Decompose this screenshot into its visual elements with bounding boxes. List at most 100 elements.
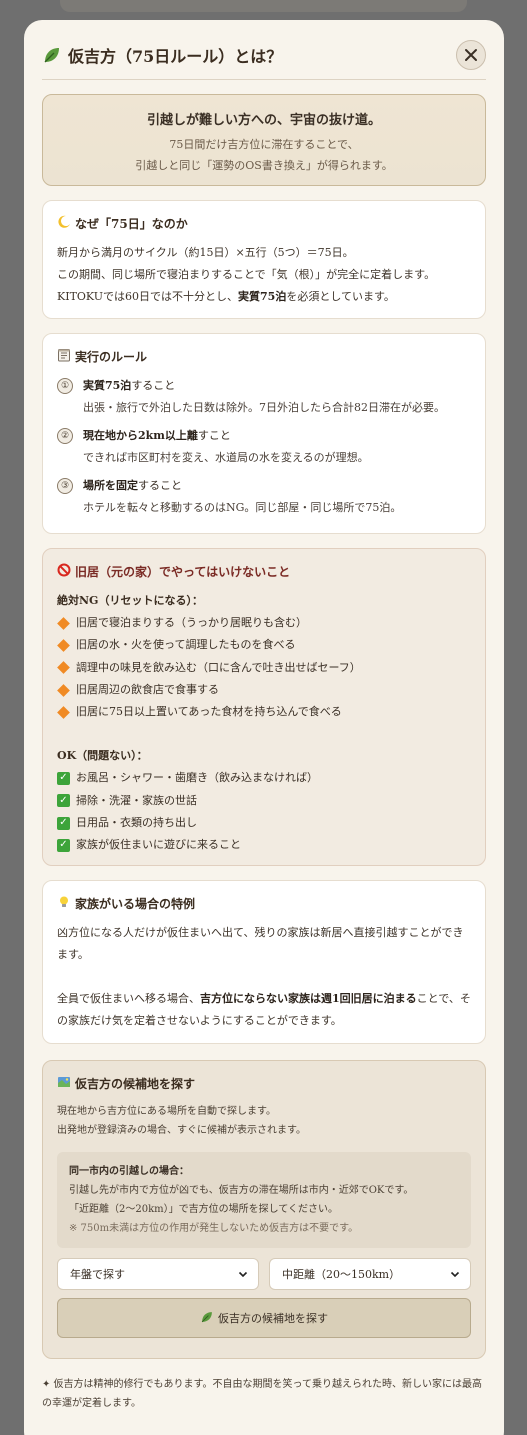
orange-diamond-icon [57,639,70,652]
ng-item-text: 旧居で寝泊まりする（うっかり居眠りも含む） [76,616,307,629]
board-type-select-value: 年盤で探す [70,1268,125,1281]
check-mark-icon: ✓ [57,794,70,808]
leaf-icon [200,1310,214,1327]
search-selects: 年盤で探す 中距離（20〜150km） [57,1258,471,1290]
family-title: 家族がいる場合の特例 [57,895,471,912]
ok-item-text: 家族が仮住まいに遊びに来ること [76,838,241,852]
rule-heading-bold: 場所を固定 [83,479,138,492]
rule-heading-rest: すること [138,479,182,492]
ng-card: 旧居（元の家）でやってはいけないこと 絶対NG（リセットになる）： 旧居で寝泊ま… [42,548,486,866]
chevron-down-icon [450,1271,460,1278]
rule-heading: 場所を固定すること [83,475,401,497]
search-card: 仮吉方の候補地を探す 現在地から吉方位にある場所を自動で探します。 出発地が登録… [42,1060,486,1359]
rule-number: ① [57,378,73,394]
rule-number: ② [57,428,73,444]
hero-line-2: 引越しと同じ「運勢のOS書き換え」が得られます。 [135,159,393,172]
ng-list-item: 旧居に75日以上置いてあった食材を持ち込んで食べる [57,701,471,723]
rule-number: ③ [57,478,73,494]
search-desc-line-2: 出発地が登録済みの場合、すぐに候補が表示されます。 [57,1125,306,1136]
rules-title: 実行のルール [57,348,471,365]
modal-title: 仮吉方（75日ルール）とは？ [42,43,282,67]
orange-diamond-icon [57,661,70,675]
notepad-icon [57,348,71,365]
info-modal: 仮吉方（75日ルール）とは？ 引越しが難しい方への、宇宙の抜け道。 75日間だけ… [24,20,504,1435]
rule-description: できれば市区町村を変え、水道局の水を変えるのが理想。 [83,451,369,464]
search-title: 仮吉方の候補地を探す [57,1075,471,1092]
footnote: ✦ 仮吉方は精神的修行でもあります。不自由な期間を笑って乗り越えられた時、新しい… [42,1379,483,1409]
find-candidates-button-label: 仮吉方の候補地を探す [218,1312,328,1325]
board-type-select[interactable]: 年盤で探す [57,1258,259,1290]
family-para-2-bold: 吉方位にならない家族は週1回旧居に泊まる [200,992,417,1005]
family-para-2: 全員で仮住まいへ移る場合、吉方位にならない家族は週1回旧居に泊まることで、その家… [57,988,471,1032]
family-card: 家族がいる場合の特例 凶方位になる人だけが仮住まいへ出て、残りの家族は新居へ直接… [42,880,486,1044]
rule-item: ① 実質75泊すること 出張・旅行で外泊した日数は除外。7日外泊したら合計82日… [57,375,471,419]
distance-select[interactable]: 中距離（20〜150km） [269,1258,471,1290]
close-button[interactable] [456,39,486,70]
orange-diamond-icon [57,705,70,719]
ok-list-item: ✓ お風呂・シャワー・歯磨き（飲み込まなければ） [57,767,471,789]
same-city-info-box: 同一市内の引越しの場合： 引越し先が市内で方位が凶でも、仮吉方の滞在場所は市内・… [57,1152,471,1248]
lightbulb-icon [57,895,71,912]
info-line-2: 「近距離（2〜20km）」で吉方位の場所を探してください。 [69,1204,339,1215]
modal-header: 仮吉方（75日ルール）とは？ [42,38,486,80]
crescent-moon-icon [57,215,71,232]
ng-label: 絶対NG（リセットになる）： [57,594,203,607]
orange-diamond-icon [57,616,70,630]
hero-line-1: 75日間だけ吉方位に滞在することで、 [169,138,359,151]
ok-item-text: 掃除・洗濯・家族の世話 [76,793,197,807]
search-description: 現在地から吉方位にある場所を自動で探します。 出発地が登録済みの場合、すぐに候補… [57,1102,471,1140]
hero-banner: 引越しが難しい方への、宇宙の抜け道。 75日間だけ吉方位に滞在することで、 引越… [42,94,486,186]
family-para-2-pre: 全員で仮住まいへ移る場合、 [57,992,200,1005]
ng-list-item: 旧居で寝泊まりする（うっかり居眠りも含む） [57,612,471,634]
map-icon [57,1075,71,1092]
distance-select-value: 中距離（20〜150km） [282,1268,401,1281]
prohibited-icon [57,563,71,580]
ng-list-item: 旧居の水・火を使って調理したものを食べる [57,634,471,656]
ng-item-text: 旧居に75日以上置いてあった食材を持ち込んで食べる [76,705,342,719]
ok-list-item: ✓ 掃除・洗濯・家族の世話 [57,790,471,812]
info-note: ※ 750m未満は方位の作用が発生しないため仮吉方は不要です。 [69,1223,359,1234]
check-mark-icon: ✓ [57,772,70,786]
rule-item: ③ 場所を固定すること ホテルを転々と移動するのはNG。同じ部屋・同じ場所で75… [57,475,471,519]
hero-title: 引越しが難しい方への、宇宙の抜け道。 [146,113,381,128]
rule-heading: 実質75泊すること [83,375,445,397]
backdrop [60,0,467,12]
check-mark-icon: ✓ [57,839,70,853]
family-para-1: 凶方位になる人だけが仮住まいへ出て、残りの家族は新居へ直接引越すことができます。 [57,926,464,961]
family-title-text: 家族がいる場合の特例 [75,897,196,911]
info-line-1: 引越し先が市内で方位が凶でも、仮吉方の滞在場所は市内・近郊でOKです。 [69,1185,414,1196]
ok-item-text: 日用品・衣類の持ち出し [76,816,197,830]
ok-list-item: ✓ 日用品・衣類の持ち出し [57,812,471,834]
rule-heading-rest: すこと [197,429,231,442]
ok-label: OK（問題ない）： [57,749,148,763]
ng-item-text: 旧居周辺の飲食店で食事する [76,682,219,696]
check-mark-icon: ✓ [57,816,70,830]
why-line-3-pre: KITOKUでは60日では不十分とし、 [57,290,239,303]
rule-item: ② 現在地から2km以上離すこと できれば市区町村を変え、水道局の水を変えるのが… [57,425,471,469]
leaf-icon [42,45,62,65]
close-icon [465,48,477,61]
why-75-card: なぜ「75日」なのか 新月から満月のサイクル（約15日）×五行（5つ）＝75日。… [42,200,486,319]
ok-list-item: ✓ 家族が仮住まいに遊びに来ること [57,834,471,856]
chevron-down-icon [238,1271,248,1278]
why-line-2: この期間、同じ場所で寝泊まりすることで「気（根）」が完全に定着します。 [57,268,436,281]
why-75-title-text: なぜ「75日」なのか [75,217,188,231]
rule-heading-bold: 現在地から2km以上離 [83,429,198,442]
ng-title: 旧居（元の家）でやってはいけないこと [57,563,471,580]
info-label: 同一市内の引越しの場合： [69,1166,189,1177]
rule-description: 出張・旅行で外泊した日数は除外。7日外泊したら合計82日滞在が必要。 [83,401,445,414]
rules-title-text: 実行のルール [75,350,148,364]
rule-heading-bold: 実質75泊 [83,379,132,392]
search-desc-line-1: 現在地から吉方位にある場所を自動で探します。 [57,1106,276,1117]
rules-card: 実行のルール ① 実質75泊すること 出張・旅行で外泊した日数は除外。7日外泊し… [42,333,486,534]
why-line-3-bold: 実質75泊 [238,290,287,303]
search-title-text: 仮吉方の候補地を探す [75,1077,196,1091]
find-candidates-button[interactable]: 仮吉方の候補地を探す [57,1298,471,1338]
rule-heading-rest: すること [131,379,176,392]
ng-list-item: 旧居周辺の飲食店で食事する [57,679,471,701]
ng-title-text: 旧居（元の家）でやってはいけないこと [75,565,291,579]
ng-item-text: 調理中の味見を飲み込む（口に含んで吐き出せばセーフ） [76,660,361,674]
why-75-title: なぜ「75日」なのか [57,215,471,232]
modal-title-text: 仮吉方（75日ルール）とは？ [68,46,283,66]
ng-item-text: 旧居の水・火を使って調理したものを食べる [76,638,296,652]
